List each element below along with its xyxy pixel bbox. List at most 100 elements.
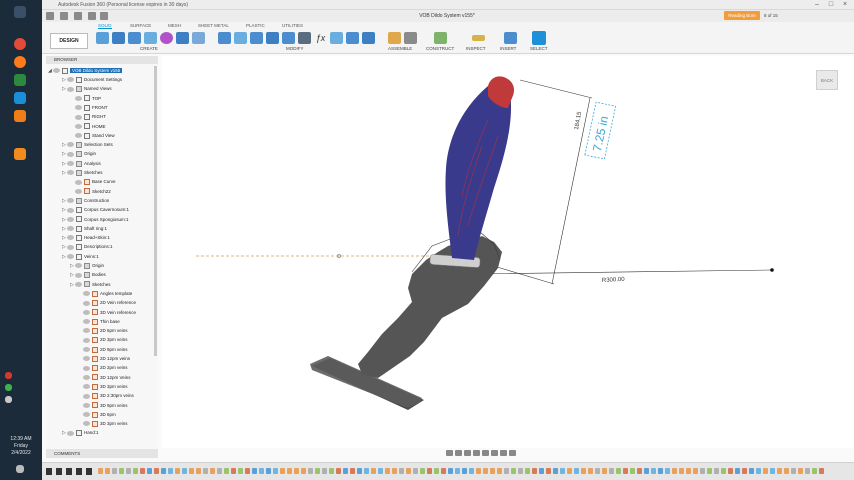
visibility-icon[interactable]	[67, 142, 74, 148]
timeline-feature[interactable]	[371, 468, 376, 474]
browser-item[interactable]: 3D Vein reference	[78, 308, 136, 317]
visibility-icon[interactable]	[67, 151, 74, 157]
browser-item[interactable]: ▷ Shaft ring:1	[62, 224, 107, 233]
timeline-start-icon[interactable]	[46, 468, 52, 475]
timeline-feature[interactable]	[714, 468, 719, 474]
timeline-feature[interactable]	[770, 468, 775, 474]
timeline-feature[interactable]	[315, 468, 320, 474]
timeline-feature[interactable]	[469, 468, 474, 474]
tab-sheet-metal[interactable]: SHEET METAL	[198, 23, 229, 28]
app-menu-icon[interactable]	[46, 12, 54, 20]
visibility-icon[interactable]	[83, 291, 90, 297]
timeline-feature[interactable]	[189, 468, 194, 474]
document-tab[interactable]: VOB Dildo System v155*	[372, 11, 522, 22]
timeline-forward-icon[interactable]	[76, 468, 82, 475]
browser-item[interactable]: 2D 9pm veins	[78, 345, 128, 354]
chrome-icon[interactable]	[14, 38, 26, 50]
visibility-icon[interactable]	[83, 337, 90, 343]
visibility-icon[interactable]	[67, 254, 74, 259]
visibility-icon[interactable]	[83, 384, 90, 390]
maximize-icon[interactable]: □	[826, 1, 836, 9]
timeline-feature[interactable]	[791, 468, 796, 474]
timeline-feature[interactable]	[182, 468, 187, 474]
fit-icon[interactable]	[482, 450, 489, 456]
new-sketch-icon[interactable]	[96, 32, 109, 44]
timeline-feature[interactable]	[427, 468, 432, 474]
browser-item[interactable]: Base Curve	[70, 177, 116, 186]
timeline-feature[interactable]	[665, 468, 670, 474]
timeline-feature[interactable]	[490, 468, 495, 474]
timeline-feature[interactable]	[168, 468, 173, 474]
undo-icon[interactable]	[88, 12, 96, 20]
timeline-feature[interactable]	[287, 468, 292, 474]
browser-item[interactable]: HOME	[70, 122, 106, 131]
viewport-canvas[interactable]: 184.15 R300.00 7.25 in	[162, 56, 854, 448]
timeline-feature[interactable]	[217, 468, 222, 474]
browser-item[interactable]: 2D Vein reference	[78, 298, 136, 307]
browser-item[interactable]: ▷ Head+Skin:1	[62, 233, 110, 242]
timeline-feature[interactable]	[511, 468, 516, 474]
timeline-feature[interactable]	[343, 468, 348, 474]
clock-time[interactable]: 12:39 AM	[0, 436, 42, 443]
revolve-icon[interactable]	[128, 32, 141, 44]
timeline-feature[interactable]	[672, 468, 677, 474]
timeline-feature[interactable]	[294, 468, 299, 474]
timeline-feature[interactable]	[364, 468, 369, 474]
visibility-icon[interactable]	[67, 244, 74, 250]
visibility-icon[interactable]	[75, 281, 82, 287]
visibility-icon[interactable]	[67, 170, 74, 176]
visibility-icon[interactable]	[83, 393, 90, 399]
visibility-icon[interactable]	[83, 319, 90, 325]
timeline-feature[interactable]	[560, 468, 565, 474]
browser-root[interactable]: ◢ VOB Dildo System v155	[48, 66, 123, 75]
timeline-feature[interactable]	[252, 468, 257, 474]
timeline-feature[interactable]	[756, 468, 761, 474]
grid-icon[interactable]	[500, 450, 507, 456]
timeline-feature[interactable]	[595, 468, 600, 474]
timeline-feature[interactable]	[623, 468, 628, 474]
dimension-length-label[interactable]: 184.15	[574, 111, 583, 131]
timeline-feature[interactable]	[658, 468, 663, 474]
timeline-feature[interactable]	[784, 468, 789, 474]
timeline-feature[interactable]	[420, 468, 425, 474]
shaft-body[interactable]	[445, 86, 512, 260]
visibility-icon[interactable]	[75, 123, 82, 129]
firefox-icon[interactable]	[14, 56, 26, 68]
radius-dimension-label[interactable]: R300.00	[602, 277, 626, 284]
volume-icon[interactable]	[5, 396, 12, 403]
browser-item[interactable]: 2D 6pm veins	[78, 326, 128, 335]
timeline-feature[interactable]	[504, 468, 509, 474]
group-insert[interactable]: INSERT	[500, 46, 516, 51]
group-inspect[interactable]: INSPECT	[466, 46, 486, 51]
select-icon[interactable]	[532, 31, 546, 45]
browser-scrollbar[interactable]	[154, 66, 157, 356]
timeline-feature[interactable]	[154, 468, 159, 474]
timeline-feature[interactable]	[707, 468, 712, 474]
timeline-feature[interactable]	[308, 468, 313, 474]
timeline-feature[interactable]	[441, 468, 446, 474]
browser-item[interactable]: ▷ Sketches	[70, 280, 111, 289]
timeline-feature[interactable]	[819, 468, 824, 474]
browser-item[interactable]: 3D 3pm veins	[78, 382, 128, 391]
move-icon[interactable]	[298, 32, 311, 44]
group-create[interactable]: CREATE	[140, 46, 158, 51]
extrude-icon[interactable]	[112, 32, 125, 44]
timeline-feature[interactable]	[392, 468, 397, 474]
browser-item[interactable]: FRONT	[70, 103, 108, 112]
timeline-feature[interactable]	[602, 468, 607, 474]
form-icon[interactable]	[160, 32, 173, 44]
browser-item[interactable]: 2D 12pm veins	[78, 354, 130, 363]
browser-item[interactable]: Angles template	[78, 289, 132, 298]
visibility-icon[interactable]	[67, 77, 74, 83]
browser-item[interactable]: ▷ Origin	[62, 149, 96, 158]
browser-item[interactable]: ▷ Descriptions:1	[62, 242, 113, 251]
visibility-icon[interactable]	[75, 188, 82, 194]
timeline-feature[interactable]	[434, 468, 439, 474]
timeline-feature[interactable]	[210, 468, 215, 474]
timeline-feature[interactable]	[455, 468, 460, 474]
timeline-feature[interactable]	[322, 468, 327, 474]
browser-item[interactable]: ▷ Bodies	[70, 270, 106, 279]
timeline-feature[interactable]	[679, 468, 684, 474]
browser-item[interactable]: ▷ Construction	[62, 196, 109, 205]
group-assemble[interactable]: ASSEMBLE	[388, 46, 412, 51]
